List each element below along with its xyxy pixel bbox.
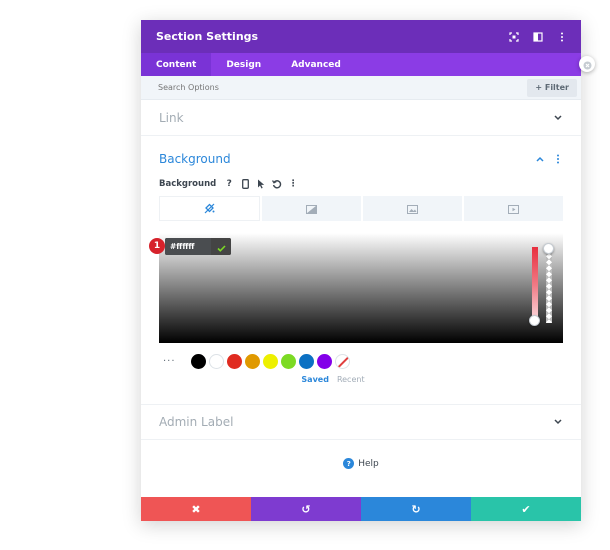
- tab-advanced[interactable]: Advanced: [276, 53, 356, 76]
- swatch-white[interactable]: [209, 353, 224, 369]
- hex-color-box: [165, 238, 231, 255]
- opacity-slider-handle[interactable]: [543, 243, 554, 254]
- modal-header: Section Settings: [141, 20, 581, 53]
- swatch-green[interactable]: [281, 353, 296, 369]
- help-circle-icon: ?: [343, 458, 355, 469]
- step-number-badge: 1: [149, 238, 165, 254]
- search-options-input[interactable]: [158, 83, 528, 92]
- expand-icon[interactable]: [507, 30, 521, 44]
- help-label: Help: [358, 458, 379, 469]
- hue-slider[interactable]: [532, 247, 538, 323]
- save-button[interactable]: ✔: [471, 497, 581, 521]
- section-toggle-admin-label[interactable]: Admin Label: [141, 404, 581, 440]
- more-vertical-icon[interactable]: [553, 154, 563, 164]
- mobile-icon[interactable]: [240, 178, 250, 190]
- recent-colors-tab[interactable]: Recent: [337, 375, 365, 384]
- hover-pointer-icon[interactable]: [256, 178, 266, 190]
- background-type-tabs: [159, 196, 563, 221]
- swatch-yellow[interactable]: [263, 353, 278, 369]
- settings-tabs: Content Design Advanced: [141, 53, 581, 76]
- help-icon[interactable]: ?: [224, 178, 234, 190]
- image-icon: [407, 199, 418, 218]
- background-section: Background Background ? ⋮ 1 #ffffff ··· …: [141, 142, 581, 384]
- saved-colors-tab[interactable]: Saved: [301, 375, 329, 384]
- modal-footer: ✖ ↺ ↻ ✔: [141, 497, 581, 521]
- chevron-up-icon[interactable]: [535, 154, 545, 164]
- redo-button[interactable]: ↻: [361, 497, 471, 521]
- section-toggle-background[interactable]: Background: [159, 142, 563, 176]
- more-icon[interactable]: ⋮: [288, 178, 298, 190]
- close-icon: [583, 55, 592, 74]
- more-vertical-icon[interactable]: [555, 30, 569, 44]
- video-icon: [508, 199, 519, 218]
- chevron-down-icon: [553, 417, 563, 427]
- tab-design[interactable]: Design: [211, 53, 276, 76]
- apply-color-button[interactable]: [211, 238, 231, 255]
- checkmark-icon: [216, 238, 226, 255]
- cancel-button[interactable]: ✖: [141, 497, 251, 521]
- color-picker: 1: [149, 233, 563, 343]
- help-link[interactable]: ? Help: [141, 458, 581, 469]
- swatch-transparent[interactable]: [335, 353, 350, 369]
- tab-content[interactable]: Content: [141, 53, 212, 76]
- hue-slider-handle[interactable]: [529, 315, 540, 326]
- swatch-orange[interactable]: [245, 353, 260, 369]
- color-swatches: ···: [159, 353, 563, 369]
- section-title-link: Link: [159, 110, 184, 125]
- swatch-mode-toggle: Saved Recent: [159, 375, 563, 384]
- hex-color-input[interactable]: [165, 238, 211, 255]
- image-tab[interactable]: [363, 196, 462, 221]
- reset-icon[interactable]: [272, 178, 282, 190]
- section-title-admin-label: Admin Label: [159, 415, 234, 429]
- chevron-down-icon: [553, 113, 563, 123]
- swatch-blue[interactable]: [299, 353, 314, 369]
- opacity-slider[interactable]: [546, 247, 552, 323]
- undo-button[interactable]: ↺: [251, 497, 361, 521]
- color-fill-icon: [204, 199, 215, 218]
- search-options-bar: + Filter: [141, 76, 581, 100]
- video-tab[interactable]: [464, 196, 563, 221]
- modal-title: Section Settings: [156, 30, 259, 43]
- color-fill-tab[interactable]: [159, 196, 260, 221]
- sidebar-icon[interactable]: [531, 30, 545, 44]
- filter-button[interactable]: + Filter: [527, 78, 577, 97]
- background-option-label: Background: [159, 179, 217, 189]
- swatch-red[interactable]: [227, 353, 242, 369]
- gradient-icon: [306, 199, 317, 218]
- swatch-purple[interactable]: [317, 353, 332, 369]
- background-option-row: Background ? ⋮: [159, 176, 563, 192]
- section-title-background: Background: [159, 152, 231, 166]
- more-swatches-icon[interactable]: ···: [159, 356, 191, 367]
- swatch-black[interactable]: [191, 353, 206, 369]
- section-settings-modal: Section Settings Content Design Advanced…: [141, 20, 581, 521]
- gradient-tab[interactable]: [262, 196, 361, 221]
- close-panel-button[interactable]: [579, 56, 595, 72]
- section-toggle-link[interactable]: Link: [141, 100, 581, 136]
